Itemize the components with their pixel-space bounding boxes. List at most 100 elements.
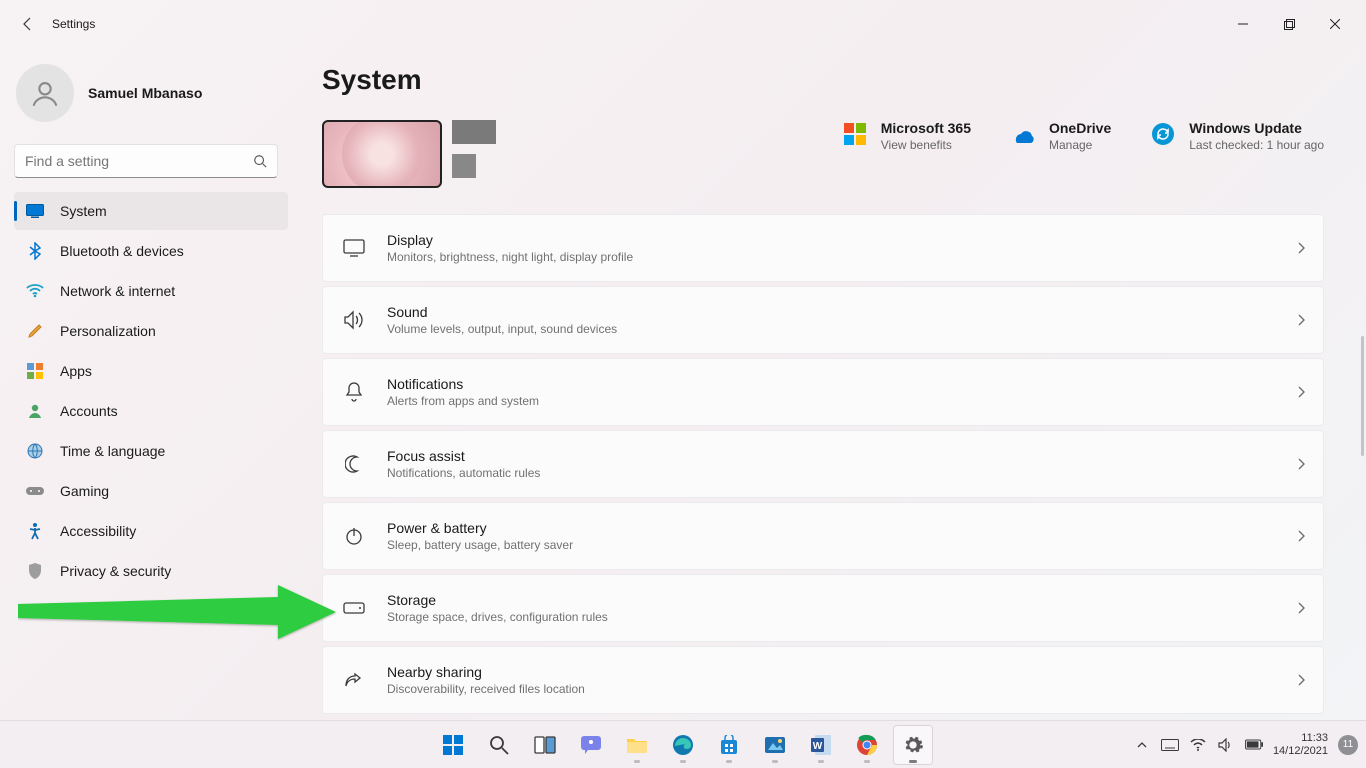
taskbar-search[interactable]: [479, 725, 519, 765]
clock[interactable]: 11:33 14/12/2021: [1273, 732, 1328, 757]
taskbar: W 11:33 14/12/2021 11: [0, 720, 1366, 768]
sidebar-item-label: Privacy & security: [60, 563, 171, 579]
card-power[interactable]: Power & battery Sleep, battery usage, bat…: [322, 502, 1324, 570]
card-sub: Notifications, automatic rules: [387, 466, 1289, 480]
card-sub: Volume levels, output, input, sound devi…: [387, 322, 1289, 336]
card-sound[interactable]: Sound Volume levels, output, input, sound…: [322, 286, 1324, 354]
battery-tray-icon[interactable]: [1245, 736, 1263, 754]
card-sub: Discoverability, received files location: [387, 682, 1289, 696]
card-display[interactable]: Display Monitors, brightness, night light…: [322, 214, 1324, 282]
m365-icon: [841, 120, 869, 148]
top-link-m365[interactable]: Microsoft 365 View benefits: [841, 120, 971, 152]
scrollbar-thumb[interactable]: [1361, 336, 1364, 456]
card-sub: Monitors, brightness, night light, displ…: [387, 250, 1289, 264]
sidebar-item-accounts[interactable]: Accounts: [14, 392, 288, 430]
storage-icon: [329, 602, 379, 614]
sidebar-item-personalization[interactable]: Personalization: [14, 312, 288, 350]
card-title: Storage: [387, 592, 1289, 608]
edge-icon[interactable]: [663, 725, 703, 765]
back-button[interactable]: [8, 4, 48, 44]
sidebar-item-update[interactable]: Windows Update: [14, 592, 288, 630]
card-focus[interactable]: Focus assist Notifications, automatic rul…: [322, 430, 1324, 498]
explorer-icon[interactable]: [617, 725, 657, 765]
brush-icon: [26, 322, 44, 340]
chevron-right-icon: [1297, 242, 1305, 254]
search-input[interactable]: [25, 153, 253, 169]
sidebar-item-privacy[interactable]: Privacy & security: [14, 552, 288, 590]
sidebar-item-network[interactable]: Network & internet: [14, 272, 288, 310]
card-title: Display: [387, 232, 1289, 248]
hero: Microsoft 365 View benefits OneDrive Man…: [322, 120, 1324, 188]
sidebar-item-apps[interactable]: Apps: [14, 352, 288, 390]
chat-icon[interactable]: [571, 725, 611, 765]
titlebar: Settings: [0, 0, 1366, 48]
bluetooth-icon: [26, 242, 44, 260]
search-box[interactable]: [14, 144, 278, 178]
main: System Microsoft 365 View benefits: [300, 48, 1366, 720]
card-sub: Alerts from apps and system: [387, 394, 1289, 408]
card-title: Power & battery: [387, 520, 1289, 536]
avatar: [16, 64, 74, 122]
sidebar-item-label: Bluetooth & devices: [60, 243, 184, 259]
card-storage[interactable]: Storage Storage space, drives, configurat…: [322, 574, 1324, 642]
wifi-tray-icon[interactable]: [1189, 736, 1207, 754]
device-name-block: [452, 120, 496, 178]
top-link-onedrive[interactable]: OneDrive Manage: [1009, 120, 1111, 152]
tray-chevron-icon[interactable]: [1133, 736, 1151, 754]
card-notifications[interactable]: NotificationsAlerts from apps and system: [322, 358, 1324, 426]
top-link-sub: Last checked: 1 hour ago: [1189, 138, 1324, 152]
start-button[interactable]: [433, 725, 473, 765]
card-title: Focus assist: [387, 448, 1289, 464]
sidebar-item-label: Accessibility: [60, 523, 136, 539]
sidebar-item-gaming[interactable]: Gaming: [14, 472, 288, 510]
sidebar-item-label: System: [60, 203, 107, 219]
store-icon[interactable]: [709, 725, 749, 765]
onedrive-icon: [1009, 120, 1037, 148]
profile[interactable]: Samuel Mbanaso: [4, 56, 288, 138]
sidebar: Samuel Mbanaso System Bluetooth & device…: [0, 48, 300, 720]
close-button[interactable]: [1312, 8, 1358, 40]
card-sub: Storage space, drives, configuration rul…: [387, 610, 1289, 624]
top-link-sub: Manage: [1049, 138, 1111, 152]
sidebar-item-bluetooth[interactable]: Bluetooth & devices: [14, 232, 288, 270]
share-icon: [329, 671, 379, 689]
moon-icon: [329, 455, 379, 473]
sidebar-item-accessibility[interactable]: Accessibility: [14, 512, 288, 550]
task-view[interactable]: [525, 725, 565, 765]
volume-tray-icon[interactable]: [1217, 736, 1235, 754]
settings-icon[interactable]: [893, 725, 933, 765]
sidebar-item-label: Time & language: [60, 443, 165, 459]
card-title: Sound: [387, 304, 1289, 320]
top-link-title: Microsoft 365: [881, 120, 971, 136]
top-link-update[interactable]: Windows Update Last checked: 1 hour ago: [1149, 120, 1324, 152]
card-nearby[interactable]: Nearby sharing Discoverability, received …: [322, 646, 1324, 714]
display-icon: [329, 239, 379, 257]
apps-icon: [26, 362, 44, 380]
clock-date: 14/12/2021: [1273, 745, 1328, 758]
sidebar-item-label: Apps: [60, 363, 92, 379]
nav: System Bluetooth & devices Network & int…: [4, 192, 288, 630]
maximize-button[interactable]: [1266, 8, 1312, 40]
device-thumbnail[interactable]: [322, 120, 442, 188]
system-tray: 11:33 14/12/2021 11: [1133, 732, 1358, 757]
sidebar-item-time[interactable]: Time & language: [14, 432, 288, 470]
top-link-title: Windows Update: [1189, 120, 1324, 136]
update-circle-icon: [1149, 120, 1177, 148]
sidebar-item-label: Windows Update: [60, 603, 166, 619]
chrome-icon[interactable]: [847, 725, 887, 765]
card-title: Nearby sharing: [387, 664, 1289, 680]
globe-icon: [26, 442, 44, 460]
window-controls: [1220, 8, 1358, 40]
sound-icon: [329, 310, 379, 330]
wifi-icon: [26, 282, 44, 300]
photos-icon[interactable]: [755, 725, 795, 765]
notification-badge[interactable]: 11: [1338, 735, 1358, 755]
sidebar-item-label: Personalization: [60, 323, 156, 339]
card-sub: Sleep, battery usage, battery saver: [387, 538, 1289, 552]
sidebar-item-system[interactable]: System: [14, 192, 288, 230]
search-icon: [253, 154, 267, 168]
accessibility-icon: [26, 522, 44, 540]
word-icon[interactable]: W: [801, 725, 841, 765]
minimize-button[interactable]: [1220, 8, 1266, 40]
keyboard-icon[interactable]: [1161, 736, 1179, 754]
